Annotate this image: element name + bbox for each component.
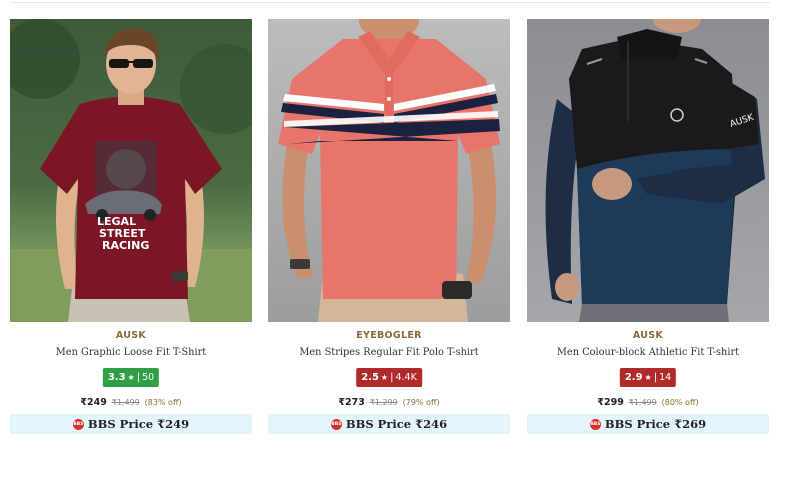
- product-grid: LEGAL STREET RACING AUSK Men Graphic Loo…: [10, 19, 770, 439]
- rating-separator: |: [653, 372, 658, 383]
- selling-price: ₹249: [80, 397, 107, 408]
- print-line-3: RACING: [102, 239, 149, 252]
- star-icon: ★: [644, 373, 652, 382]
- discount-percent: (80% off): [661, 398, 699, 407]
- brand-name: AUSK: [632, 330, 664, 341]
- star-icon: ★: [127, 373, 135, 382]
- product-image[interactable]: AUSK: [527, 19, 769, 322]
- product-title[interactable]: Men Stripes Regular Fit Polo T-shirt: [268, 347, 510, 358]
- bbs-price-banner[interactable]: BBS BBS Price ₹269: [527, 414, 769, 434]
- rating-separator: |: [390, 372, 394, 383]
- top-divider: [10, 2, 770, 3]
- bbs-price-label: BBS Price ₹269: [604, 417, 707, 431]
- product-image[interactable]: LEGAL STREET RACING: [10, 19, 252, 322]
- star-icon: ★: [380, 373, 389, 382]
- product-title[interactable]: Men Colour-block Athletic Fit T-shirt: [527, 347, 769, 358]
- product-card[interactable]: EYEBOGLER Men Stripes Regular Fit Polo T…: [268, 19, 510, 435]
- bbs-logo-icon: BBS: [589, 418, 601, 430]
- rating-badge: 2.5 ★ | 4.4K: [356, 368, 422, 387]
- bbs-logo-icon: BBS: [72, 418, 84, 430]
- rating-badge: 3.3 ★ | 50: [102, 368, 160, 387]
- mrp-price: ₹1,299: [369, 398, 398, 407]
- price-row: ₹273 ₹1,299 (79% off): [268, 397, 510, 408]
- product-card[interactable]: LEGAL STREET RACING AUSK Men Graphic Loo…: [10, 19, 252, 435]
- selling-price: ₹299: [597, 397, 624, 408]
- brand-name: AUSK: [115, 330, 147, 341]
- bbs-price-banner[interactable]: BBS BBS Price ₹249: [10, 414, 252, 434]
- price-row: ₹299 ₹1,499 (80% off): [527, 397, 769, 408]
- bbs-price-label: BBS Price ₹246: [345, 417, 448, 431]
- rating-value: 3.3: [107, 372, 126, 383]
- rating-count: 50: [142, 372, 155, 383]
- selling-price: ₹273: [338, 397, 365, 408]
- brand-name: EYEBOGLER: [356, 330, 422, 341]
- discount-percent: (83% off): [144, 398, 182, 407]
- mrp-price: ₹1,499: [111, 398, 140, 407]
- product-title[interactable]: Men Graphic Loose Fit T-Shirt: [10, 347, 252, 358]
- discount-percent: (79% off): [402, 398, 440, 407]
- bbs-logo-icon: BBS: [330, 418, 342, 430]
- price-row: ₹249 ₹1,499 (83% off): [10, 397, 252, 408]
- rating-count: 4.4K: [395, 372, 417, 383]
- product-image[interactable]: [268, 19, 510, 322]
- bbs-price-label: BBS Price ₹249: [87, 417, 190, 431]
- mrp-price: ₹1,499: [628, 398, 657, 407]
- rating-count: 14: [659, 372, 672, 383]
- rating-value: 2.5: [361, 372, 379, 383]
- rating-badge: 2.9 ★ | 14: [619, 368, 677, 387]
- rating-separator: |: [136, 372, 141, 383]
- rating-value: 2.9: [624, 372, 643, 383]
- product-card[interactable]: AUSK AUSK Men Colour-block Athletic Fit …: [527, 19, 769, 435]
- bbs-price-banner[interactable]: BBS BBS Price ₹246: [268, 414, 510, 434]
